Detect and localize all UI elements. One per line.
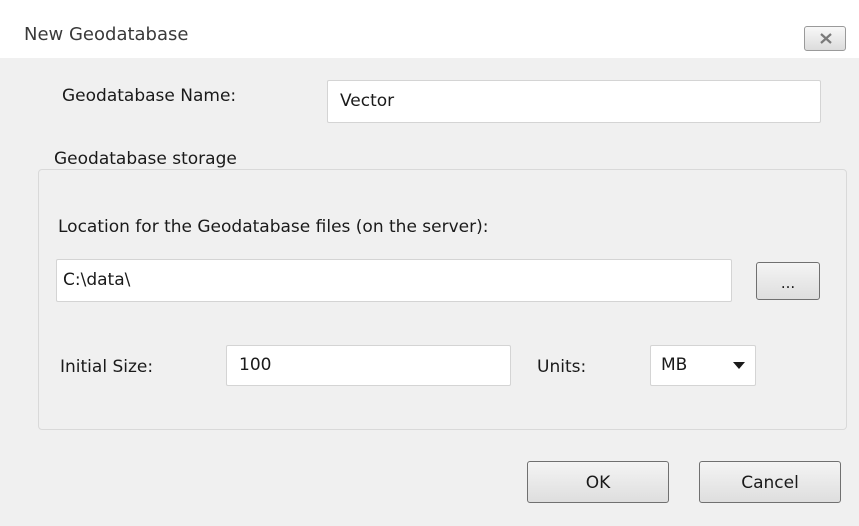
initial-size-label: Initial Size: (60, 357, 154, 377)
browse-button[interactable]: ... (756, 262, 820, 300)
location-label: Location for the Geodatabase files (on t… (58, 217, 489, 237)
title-bar: New Geodatabase (0, 0, 859, 58)
geodatabase-name-label: Geodatabase Name: (62, 86, 237, 106)
close-icon (820, 33, 832, 44)
dialog-title: New Geodatabase (24, 24, 189, 45)
new-geodatabase-dialog: New Geodatabase Geodatabase Name: Vector… (0, 0, 859, 526)
units-select[interactable]: MB (650, 345, 756, 386)
ok-button[interactable]: OK (527, 461, 669, 503)
units-selected-value: MB (661, 355, 688, 375)
close-button[interactable] (804, 26, 846, 51)
units-label: Units: (537, 357, 587, 377)
initial-size-input[interactable]: 100 (226, 345, 511, 386)
cancel-button[interactable]: Cancel (699, 461, 841, 503)
location-input[interactable]: C:\data\ (56, 259, 732, 302)
chevron-down-icon (733, 362, 745, 369)
storage-legend: Geodatabase storage (50, 149, 241, 169)
geodatabase-name-input[interactable]: Vector (327, 80, 821, 123)
